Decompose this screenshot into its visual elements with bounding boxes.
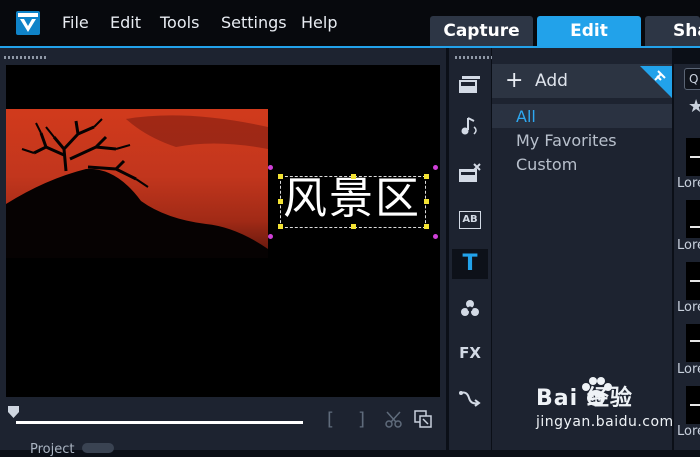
rotate-handle[interactable]: [433, 165, 438, 170]
title-text-overlay[interactable]: 风景区: [278, 172, 426, 226]
resize-handle[interactable]: [278, 199, 283, 204]
instant-project-icon[interactable]: [452, 158, 488, 188]
rotate-handle[interactable]: [433, 234, 438, 239]
thumbnail-label: Lore: [677, 176, 700, 191]
add-icon[interactable]: +: [505, 68, 523, 93]
add-button[interactable]: Add: [535, 71, 568, 91]
thumbnail-text-mark: [690, 226, 700, 228]
mark-in-button[interactable]: [: [327, 409, 334, 430]
fx-icon[interactable]: FX: [452, 338, 488, 368]
resize-handle[interactable]: [351, 174, 356, 179]
enlarge-icon[interactable]: [414, 410, 432, 432]
resize-handle[interactable]: [351, 224, 356, 229]
thumbnail-label: Lore: [677, 238, 700, 253]
title-tool-icon[interactable]: T: [452, 249, 488, 279]
thumbnail-text-mark: [690, 404, 700, 406]
resize-handle[interactable]: [278, 224, 283, 229]
resize-handle[interactable]: [424, 174, 429, 179]
library-item-all[interactable]: All: [516, 107, 536, 126]
resize-handle[interactable]: [278, 174, 283, 179]
watermark-text: Bai 经验: [536, 386, 633, 411]
menu-file[interactable]: File: [62, 13, 89, 32]
title-thumbnail[interactable]: [686, 200, 700, 238]
watermark-url: jingyan.baidu.com: [536, 414, 674, 430]
search-input[interactable]: Q: [684, 68, 700, 90]
transition-icon[interactable]: AB: [452, 202, 488, 232]
mark-out-button[interactable]: ]: [358, 409, 365, 430]
tab-share[interactable]: Sha: [645, 16, 700, 46]
rotate-handle[interactable]: [268, 234, 273, 239]
thumbnail-text-mark: [690, 156, 700, 158]
thumbnail-label: Lore: [677, 362, 700, 377]
rotate-handle[interactable]: [268, 165, 273, 170]
graphics-icon[interactable]: [452, 294, 488, 324]
library-item-my-favorites[interactable]: My Favorites: [516, 131, 617, 150]
thumbnail-text-mark: [690, 280, 700, 282]
scrubber-track[interactable]: [16, 421, 303, 424]
path-icon[interactable]: [452, 383, 488, 413]
library-item-custom[interactable]: Custom: [516, 155, 577, 174]
menu-tools[interactable]: Tools: [160, 13, 199, 32]
thumbnail-label: Lore: [677, 424, 700, 439]
menu-edit[interactable]: Edit: [110, 13, 141, 32]
resize-handle[interactable]: [424, 224, 429, 229]
menu-settings[interactable]: Settings: [221, 13, 287, 32]
app-logo: [16, 11, 40, 35]
sunset-clip: [6, 109, 268, 258]
menu-help[interactable]: Help: [301, 13, 337, 32]
resize-handle[interactable]: [424, 199, 429, 204]
thumbnail-text-mark: [690, 340, 700, 342]
favorite-star-icon[interactable]: ★: [688, 96, 700, 117]
tab-edit[interactable]: Edit: [537, 16, 641, 46]
title-thumbnail[interactable]: [686, 324, 700, 362]
transition-label: AB: [459, 211, 481, 229]
thumbnail-label: Lore: [677, 300, 700, 315]
scissors-icon[interactable]: [384, 411, 404, 433]
project-clip-toggle[interactable]: [82, 443, 114, 453]
scrubber-handle[interactable]: [8, 404, 19, 418]
panel-grip[interactable]: [4, 56, 48, 59]
audio-icon[interactable]: [452, 111, 488, 141]
tab-capture[interactable]: Capture: [430, 16, 533, 46]
preview-window[interactable]: 风景区: [6, 65, 440, 397]
media-icon[interactable]: [452, 70, 488, 100]
pin-icon[interactable]: [640, 66, 672, 98]
